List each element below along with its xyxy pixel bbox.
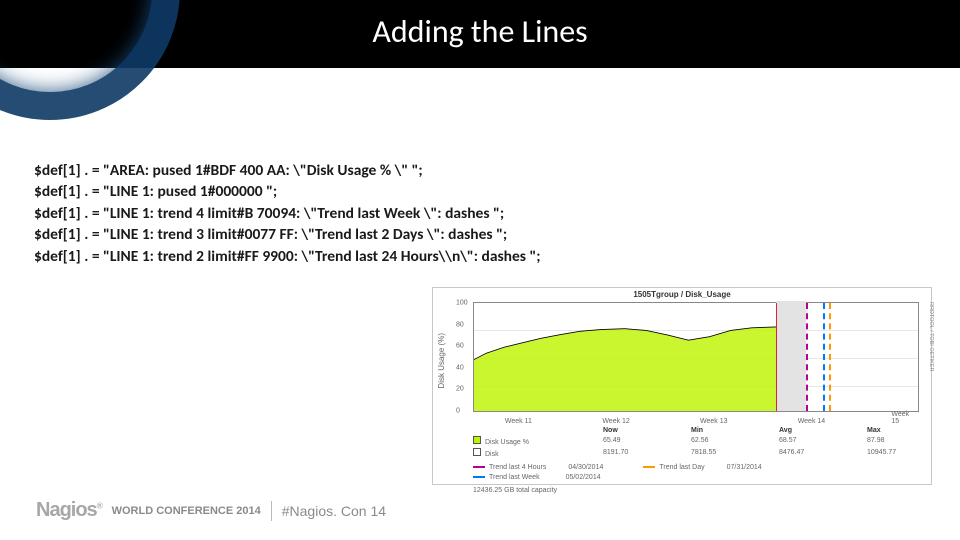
slide-title: Adding the Lines <box>0 12 960 51</box>
legend-item: Disk Usage % <box>473 436 603 448</box>
cell: 10945.77 <box>867 448 955 460</box>
footer-divider <box>271 501 272 521</box>
code-line: $def[1] . = "LINE 1: pused 1#000000 "; <box>34 181 926 202</box>
disk-usage-chart: 1505Tgroup / Disk_Usage RRDTOOL / TOBI O… <box>432 287 932 485</box>
th-now: Now <box>603 426 691 436</box>
cell: 68.57 <box>779 436 867 448</box>
trend-label: Trend last Week <box>489 473 540 483</box>
cell: 8476.47 <box>779 448 867 460</box>
code-line: $def[1] . = "LINE 1: trend 3 limit#0077 … <box>34 224 926 245</box>
trend-legend-row: Trend last Week 05/02/2014 <box>473 473 919 483</box>
trend-start: 04/30/2014 <box>568 463 603 473</box>
y-tick: 0 <box>456 408 460 415</box>
cell: 62.56 <box>691 436 779 448</box>
x-tick: Week 11 <box>505 418 532 425</box>
cell: 7818.55 <box>691 448 779 460</box>
x-tick: Week 14 <box>798 418 826 425</box>
y-tick: 100 <box>456 300 468 307</box>
slide-footer: Nagios® WORLD CONFERENCE 2014 #Nagios. C… <box>36 499 386 522</box>
trend-label: Trend last 4 Hours <box>489 463 546 473</box>
trend-start: 05/02/2014 <box>566 473 601 483</box>
trend-label: Trend last Day <box>659 463 704 473</box>
trend-week-dash <box>806 303 808 411</box>
capacity-note: 12436.25 GB total capacity <box>473 486 919 496</box>
conference-label: WORLD CONFERENCE 2014 <box>112 505 261 517</box>
y-tick: 40 <box>456 364 464 371</box>
legend-item: Disk <box>473 448 603 460</box>
hashtag: #Nagios. Con 14 <box>282 503 386 519</box>
trend-2days-dash <box>823 303 825 411</box>
y-tick: 80 <box>456 321 464 328</box>
trend-legend-row: Trend last 4 Hours 04/30/2014 Trend last… <box>473 463 919 473</box>
th-max: Max <box>867 426 955 436</box>
slide-header: Adding the Lines <box>0 0 960 68</box>
plot-area: 0 20 40 60 80 100 Week 11 Week 12 Week 1… <box>473 302 919 412</box>
chart-legend: Now Min Avg Max Disk Usage % 65.49 62.56… <box>473 426 919 496</box>
trend-24h-dash <box>829 303 831 411</box>
th-min: Min <box>691 426 779 436</box>
x-tick: Week 13 <box>700 418 728 425</box>
th-avg: Avg <box>779 426 867 436</box>
rrdtool-credit: RRDTOOL / TOBI OETIKER <box>928 302 934 371</box>
code-line: $def[1] . = "AREA: pused 1#BDF 400 AA: \… <box>34 160 926 181</box>
now-marker <box>776 303 777 411</box>
y-tick: 60 <box>456 343 464 350</box>
y-axis-label: Disk Usage (%) <box>437 333 446 389</box>
code-block: $def[1] . = "AREA: pused 1#BDF 400 AA: \… <box>0 68 960 267</box>
x-tick: Week 12 <box>602 418 630 425</box>
trend-end: 07/31/2014 <box>727 463 762 473</box>
code-line: $def[1] . = "LINE 1: trend 4 limit#B 700… <box>34 203 926 224</box>
code-line: $def[1] . = "LINE 1: trend 2 limit#FF 99… <box>34 246 926 267</box>
x-tick: Week 15 <box>891 411 909 425</box>
cell: 65.49 <box>603 436 691 448</box>
cell: 87.98 <box>867 436 955 448</box>
future-zone <box>776 301 806 411</box>
chart-title: 1505Tgroup / Disk_Usage <box>433 290 931 299</box>
cell: 8191.70 <box>603 448 691 460</box>
stats-table: Now Min Avg Max Disk Usage % 65.49 62.56… <box>473 426 919 459</box>
disk-usage-area <box>474 323 776 411</box>
nagios-logo: Nagios® <box>36 499 102 522</box>
y-tick: 20 <box>456 386 464 393</box>
